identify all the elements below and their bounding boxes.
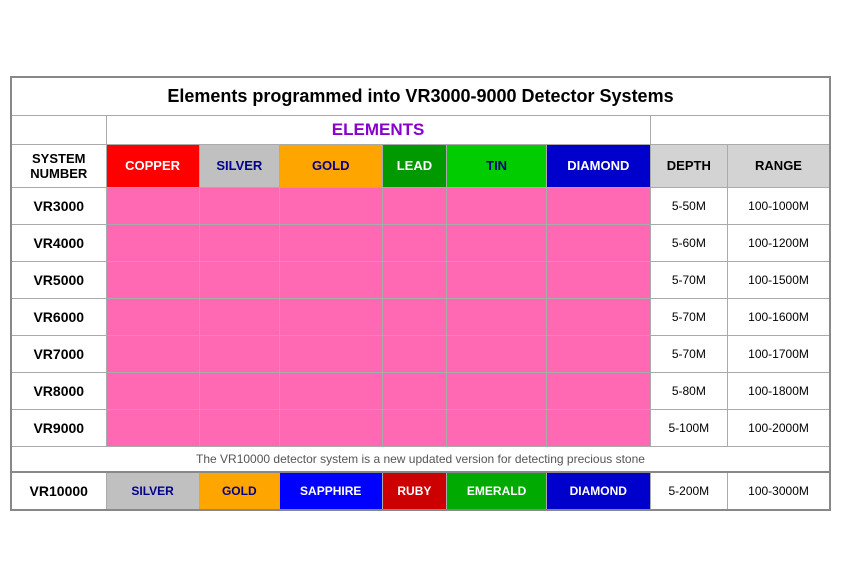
vr8000-silver: [199, 372, 279, 409]
vr3000-range: 100-1000M: [728, 187, 830, 224]
table-row: VR5000 5-70M 100-1500M: [11, 261, 830, 298]
row-label-vr3000: VR3000: [11, 187, 106, 224]
vr7000-tin: [447, 335, 547, 372]
lead-header: LEAD: [382, 144, 447, 187]
vr7000-range: 100-1700M: [728, 335, 830, 372]
tin-header: TIN: [447, 144, 547, 187]
row-label-vr7000: VR7000: [11, 335, 106, 372]
vr5000-range: 100-1500M: [728, 261, 830, 298]
vr6000-diamond: [546, 298, 650, 335]
vr8000-gold: [279, 372, 382, 409]
vr6000-lead: [382, 298, 447, 335]
vr4000-copper: [106, 224, 199, 261]
vr6000-silver: [199, 298, 279, 335]
vr4000-silver: [199, 224, 279, 261]
vr3000-lead: [382, 187, 447, 224]
vr4000-gold: [279, 224, 382, 261]
vr3000-gold: [279, 187, 382, 224]
vr6000-tin: [447, 298, 547, 335]
vr10000-row: VR10000 SILVER GOLD SAPPHIRE RUBY EMERAL…: [11, 472, 830, 510]
row-label-vr5000: VR5000: [11, 261, 106, 298]
vr7000-diamond: [546, 335, 650, 372]
note-text: The VR10000 detector system is a new upd…: [11, 446, 830, 472]
empty-header-cell: [11, 115, 106, 144]
vr8000-depth: 5-80M: [650, 372, 727, 409]
table-row: VR3000 5-50M 100-1000M: [11, 187, 830, 224]
vr6000-gold: [279, 298, 382, 335]
vr9000-range: 100-2000M: [728, 409, 830, 446]
vr4000-depth: 5-60M: [650, 224, 727, 261]
vr10000-emerald: EMERALD: [447, 472, 547, 510]
vr3000-copper: [106, 187, 199, 224]
vr10000-range: 100-3000M: [728, 472, 830, 510]
vr8000-lead: [382, 372, 447, 409]
table-row: VR8000 5-80M 100-1800M: [11, 372, 830, 409]
table-title: Elements programmed into VR3000-9000 Det…: [11, 77, 830, 116]
vr7000-lead: [382, 335, 447, 372]
row-label-vr4000: VR4000: [11, 224, 106, 261]
vr7000-depth: 5-70M: [650, 335, 727, 372]
vr10000-ruby: RUBY: [382, 472, 447, 510]
elements-label: ELEMENTS: [106, 115, 650, 144]
vr9000-lead: [382, 409, 447, 446]
vr8000-copper: [106, 372, 199, 409]
vr6000-range: 100-1600M: [728, 298, 830, 335]
vr8000-tin: [447, 372, 547, 409]
vr5000-lead: [382, 261, 447, 298]
empty-right-header: [650, 115, 830, 144]
elements-label-row: ELEMENTS: [11, 115, 830, 144]
vr5000-silver: [199, 261, 279, 298]
vr9000-gold: [279, 409, 382, 446]
diamond-header: DIAMOND: [546, 144, 650, 187]
vr5000-gold: [279, 261, 382, 298]
row-label-vr9000: VR9000: [11, 409, 106, 446]
vr9000-silver: [199, 409, 279, 446]
vr7000-silver: [199, 335, 279, 372]
range-header: RANGE: [728, 144, 830, 187]
vr4000-lead: [382, 224, 447, 261]
vr3000-depth: 5-50M: [650, 187, 727, 224]
vr7000-gold: [279, 335, 382, 372]
row-label-vr6000: VR6000: [11, 298, 106, 335]
table-row: VR7000 5-70M 100-1700M: [11, 335, 830, 372]
vr9000-tin: [447, 409, 547, 446]
main-table: Elements programmed into VR3000-9000 Det…: [10, 76, 831, 511]
column-header-row: SYSTEM NUMBER COPPER SILVER GOLD LEAD TI…: [11, 144, 830, 187]
vr5000-diamond: [546, 261, 650, 298]
vr8000-range: 100-1800M: [728, 372, 830, 409]
vr9000-copper: [106, 409, 199, 446]
vr4000-diamond: [546, 224, 650, 261]
table-row: VR4000 5-60M 100-1200M: [11, 224, 830, 261]
depth-header: DEPTH: [650, 144, 727, 187]
copper-header: COPPER: [106, 144, 199, 187]
vr6000-copper: [106, 298, 199, 335]
vr9000-diamond: [546, 409, 650, 446]
system-number-header: SYSTEM NUMBER: [11, 144, 106, 187]
vr4000-range: 100-1200M: [728, 224, 830, 261]
vr6000-depth: 5-70M: [650, 298, 727, 335]
vr10000-sapphire: SAPPHIRE: [279, 472, 382, 510]
gold-header: GOLD: [279, 144, 382, 187]
note-row: The VR10000 detector system is a new upd…: [11, 446, 830, 472]
vr10000-diamond: DIAMOND: [546, 472, 650, 510]
vr9000-depth: 5-100M: [650, 409, 727, 446]
row-label-vr10000: VR10000: [11, 472, 106, 510]
vr3000-tin: [447, 187, 547, 224]
vr5000-copper: [106, 261, 199, 298]
vr10000-gold: GOLD: [199, 472, 279, 510]
row-label-vr8000: VR8000: [11, 372, 106, 409]
title-row: Elements programmed into VR3000-9000 Det…: [11, 77, 830, 116]
vr10000-silver: SILVER: [106, 472, 199, 510]
vr7000-copper: [106, 335, 199, 372]
table-row: VR9000 5-100M 100-2000M: [11, 409, 830, 446]
vr3000-diamond: [546, 187, 650, 224]
silver-header: SILVER: [199, 144, 279, 187]
vr4000-tin: [447, 224, 547, 261]
vr8000-diamond: [546, 372, 650, 409]
vr5000-tin: [447, 261, 547, 298]
vr3000-silver: [199, 187, 279, 224]
table-row: VR6000 5-70M 100-1600M: [11, 298, 830, 335]
vr5000-depth: 5-70M: [650, 261, 727, 298]
vr10000-depth: 5-200M: [650, 472, 727, 510]
